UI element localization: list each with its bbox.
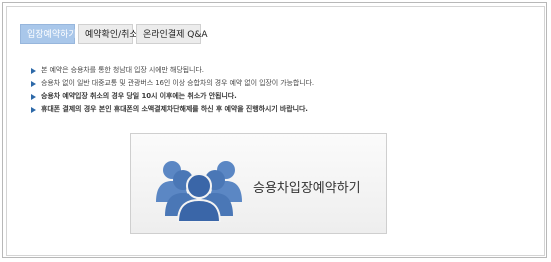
- notice-item: 본 예약은 승용차를 통한 청남대 입장 시에만 해당됩니다.: [31, 64, 314, 77]
- triangle-bullet-icon: [31, 107, 36, 113]
- notice-list: 본 예약은 승용차를 통한 청남대 입장 시에만 해당됩니다. 승용차 없이 일…: [31, 64, 314, 116]
- notice-text: 승용차 예약입장 취소의 경우 당일 10시 이후에는 취소가 안됩니다.: [41, 92, 237, 100]
- triangle-bullet-icon: [31, 81, 36, 87]
- tab-check-cancel[interactable]: 예약확인/취소: [78, 24, 138, 44]
- car-reservation-button[interactable]: 승용차입장예약하기: [130, 133, 387, 234]
- tab-bar: 입장예약하기 예약확인/취소 온라인결제 Q&A: [20, 24, 208, 44]
- users-group-icon: [156, 161, 242, 222]
- triangle-bullet-icon: [31, 68, 36, 74]
- tab-payment-qa[interactable]: 온라인결제 Q&A: [136, 24, 208, 44]
- notice-text: 본 예약은 승용차를 통한 청남대 입장 시에만 해당됩니다.: [41, 66, 204, 74]
- triangle-bullet-icon: [31, 94, 36, 100]
- notice-text: 휴대폰 결제의 경우 본인 휴대폰의 소액결제차단해제를 하신 후 예약을 진행…: [41, 105, 308, 113]
- car-reservation-label: 승용차입장예약하기: [253, 181, 361, 196]
- notice-item: 승용차 없이 일반 대중교통 및 관광버스 16인 이상 승합차의 경우 예약 …: [31, 77, 314, 90]
- tab-reservation[interactable]: 입장예약하기: [20, 24, 77, 44]
- notice-text: 승용차 없이 일반 대중교통 및 관광버스 16인 이상 승합차의 경우 예약 …: [41, 79, 315, 87]
- notice-item: 휴대폰 결제의 경우 본인 휴대폰의 소액결제차단해제를 하신 후 예약을 진행…: [31, 103, 314, 116]
- notice-item: 승용차 예약입장 취소의 경우 당일 10시 이후에는 취소가 안됩니다.: [31, 90, 314, 103]
